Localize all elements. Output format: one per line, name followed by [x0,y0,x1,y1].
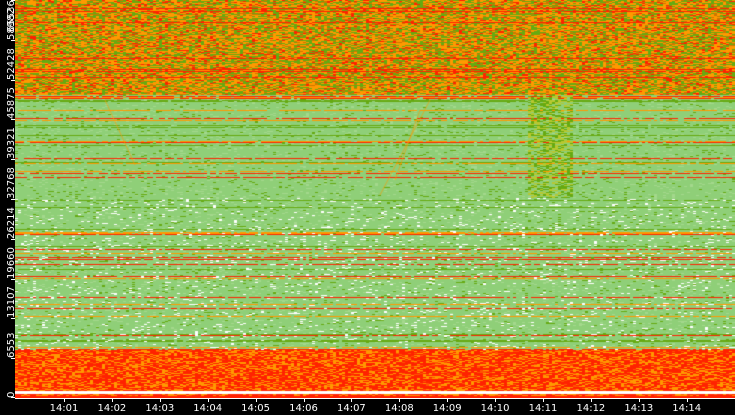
y-tick-label: 39321 [6,127,17,160]
x-tick [639,398,640,402]
y-tick-label: 19660 [6,246,17,279]
x-tick-label: 14:08 [384,403,414,414]
x-tick-label: 14:11 [528,403,558,414]
x-axis-line [15,398,735,399]
x-tick [687,398,688,402]
x-tick [160,398,161,402]
y-tick [11,239,15,240]
y-tick [11,159,15,160]
x-tick [591,398,592,402]
y-tick-label: 65536 [6,0,17,32]
y-tick [11,318,15,319]
x-tick [208,398,209,402]
y-tick-label: 6553 [6,332,17,359]
x-tick-label: 14:06 [289,403,318,414]
y-tick [11,80,15,81]
x-tick-label: 14:03 [145,403,175,414]
x-tick-label: 14:12 [576,403,606,414]
x-tick-label: 14:05 [241,403,271,414]
x-tick [399,398,400,402]
x-tick-label: 14:14 [672,403,702,414]
x-tick-label: 14:10 [480,403,510,414]
x-tick-label: 14:02 [97,403,127,414]
y-tick [11,358,15,359]
y-tick-label: 52428 [6,47,17,80]
y-tick [11,279,15,280]
x-tick [543,398,544,402]
x-tick-label: 14:01 [49,403,79,414]
x-tick [64,398,65,402]
y-tick-label: 45875 [6,87,17,120]
y-tick-label: 13107 [6,286,17,319]
x-tick [351,398,352,402]
x-tick [447,398,448,402]
y-tick [11,199,15,200]
y-tick [11,40,15,41]
y-tick-label: 26214 [6,206,17,239]
x-tick-label: 14:04 [193,403,223,414]
x-tick [256,398,257,402]
x-tick-label: 14:07 [336,403,366,414]
heatmap-canvas [15,0,735,398]
x-tick-label: 14:13 [624,403,654,414]
x-tick-label: 14:09 [432,403,462,414]
y-tick [11,119,15,120]
x-tick [495,398,496,402]
x-tick [112,398,113,402]
x-tick [304,398,305,402]
y-tick-label: 32768 [6,167,17,199]
y-tick-label: 0 [6,391,17,398]
